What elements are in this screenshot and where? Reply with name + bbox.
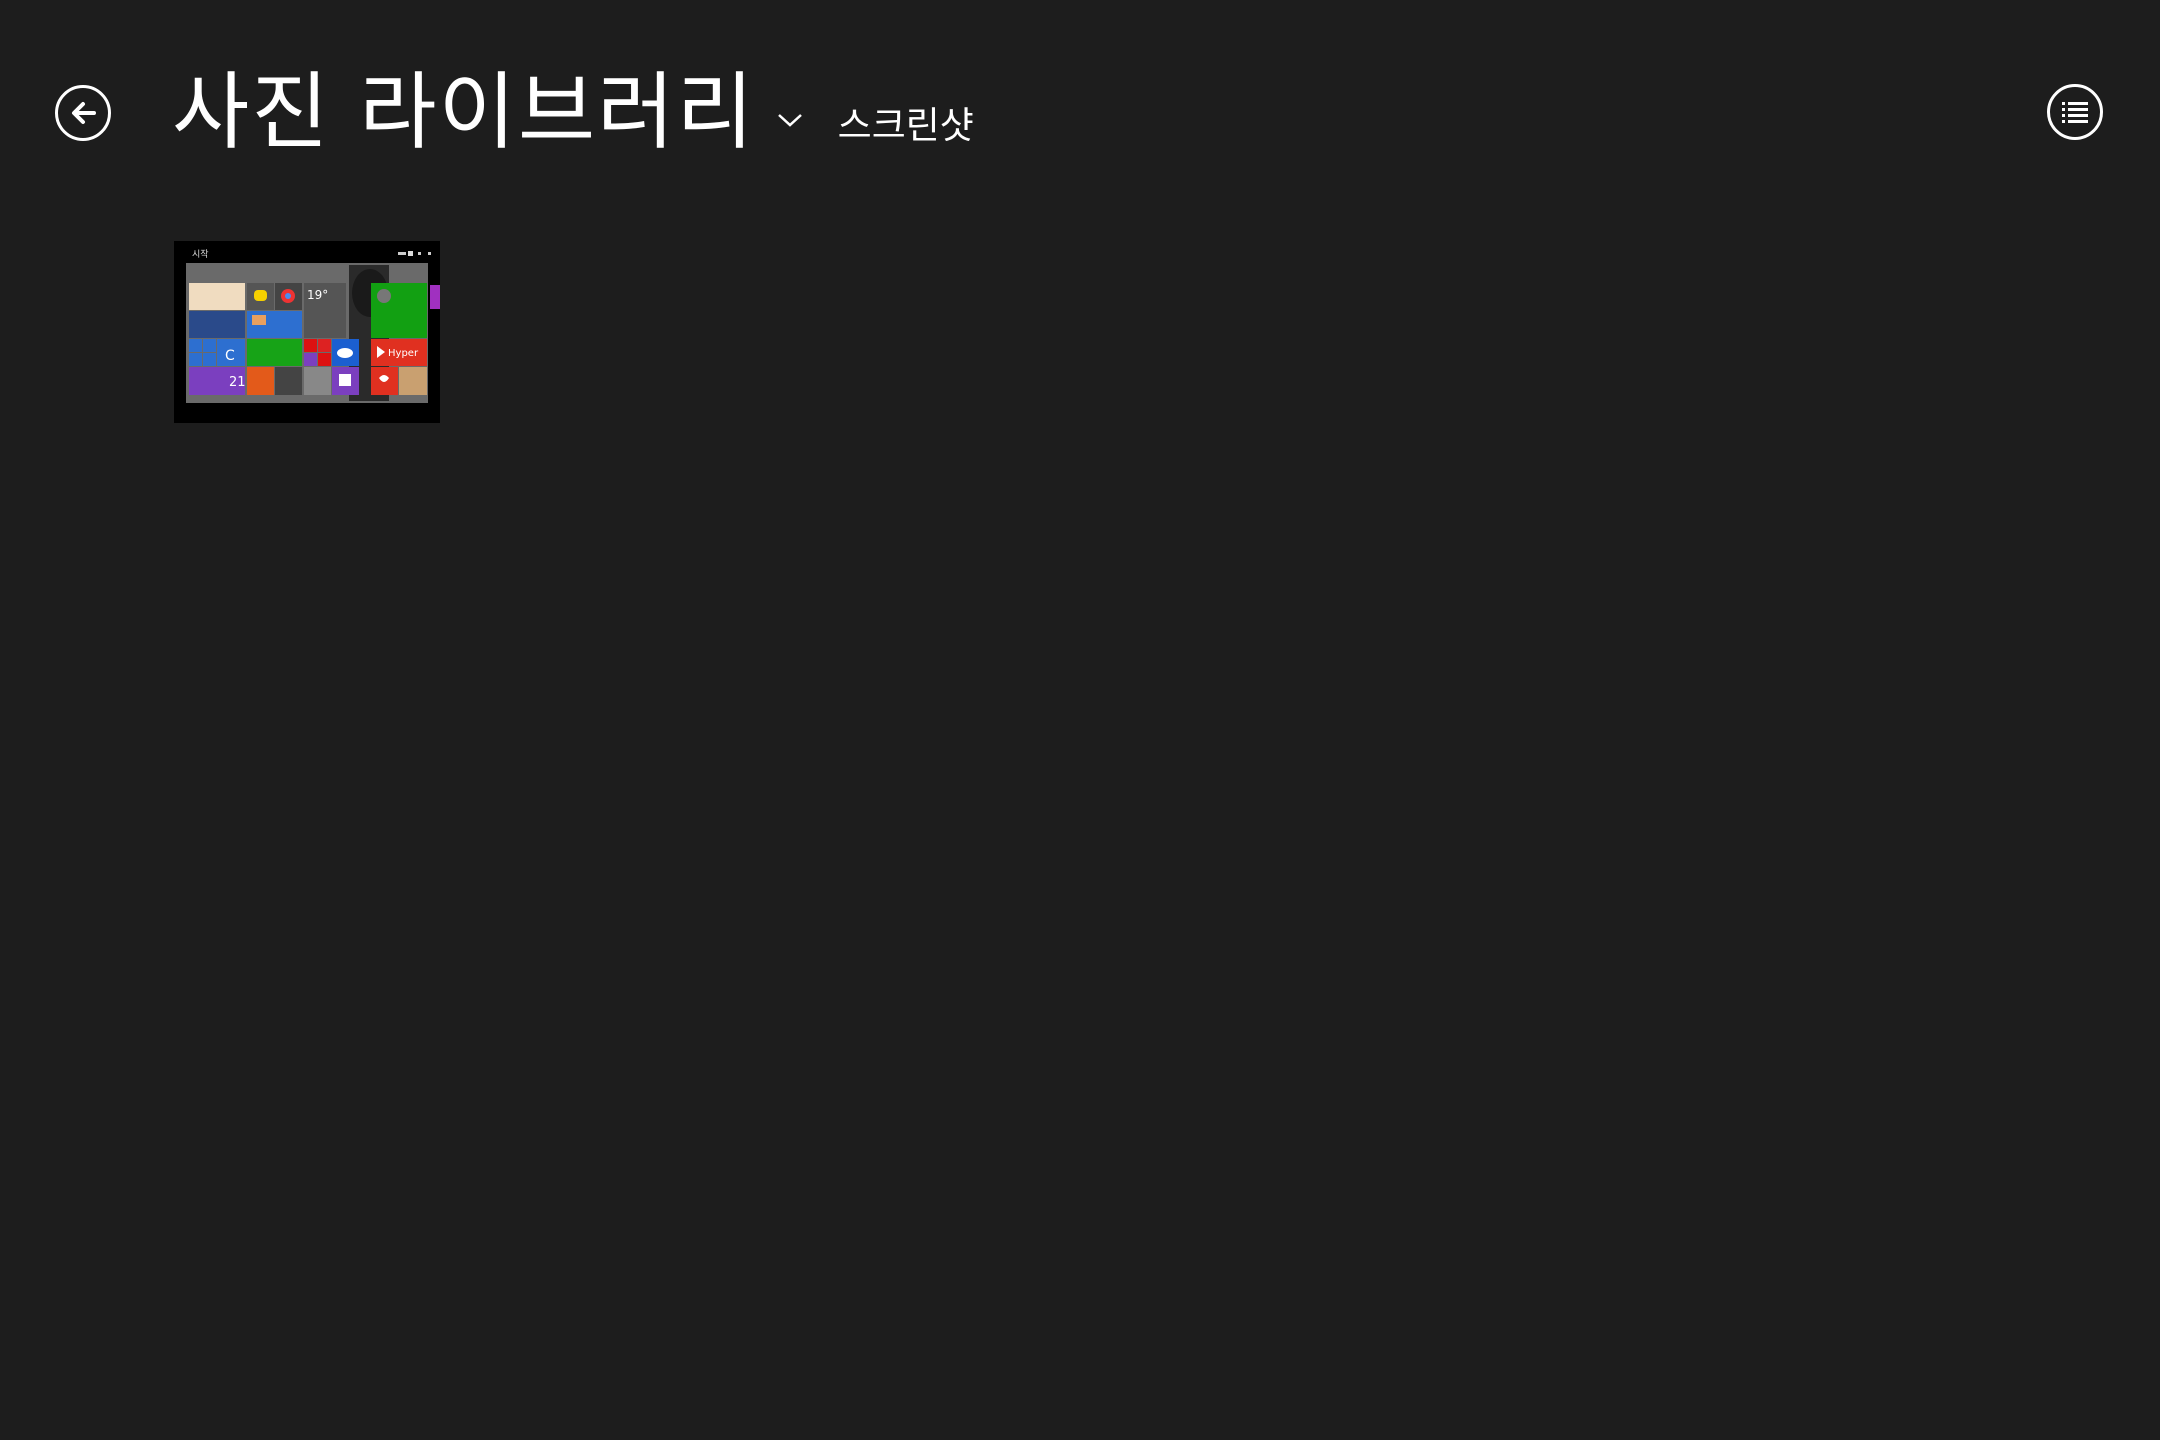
thumb-hyper-label: Hyper <box>388 348 419 359</box>
title-dropdown[interactable] <box>770 100 810 140</box>
photo-library-app: 사진 라이브러리 스크린샷 시작 C 21 19° Hyper <box>0 0 2160 1440</box>
svg-text:C: C <box>225 348 235 364</box>
folder-subtitle[interactable]: 스크린샷 <box>838 102 974 150</box>
thumbnail-image: 시작 C 21 19° Hyper <box>174 241 440 423</box>
thumb-weather-temp: 19° <box>307 288 328 302</box>
list-view-icon <box>2062 102 2088 123</box>
thumb-calendar-day: 21 <box>229 375 246 390</box>
view-toggle-button[interactable] <box>2047 84 2103 140</box>
page-title: 사진 라이브러리 <box>172 63 756 161</box>
back-button[interactable] <box>55 85 111 141</box>
header: 사진 라이브러리 스크린샷 <box>172 52 974 162</box>
back-arrow-icon <box>72 102 96 124</box>
thumb-start-label: 시작 <box>192 249 209 260</box>
chevron-down-icon <box>777 114 802 127</box>
screenshot-thumbnail[interactable]: 시작 C 21 19° Hyper <box>174 241 440 423</box>
